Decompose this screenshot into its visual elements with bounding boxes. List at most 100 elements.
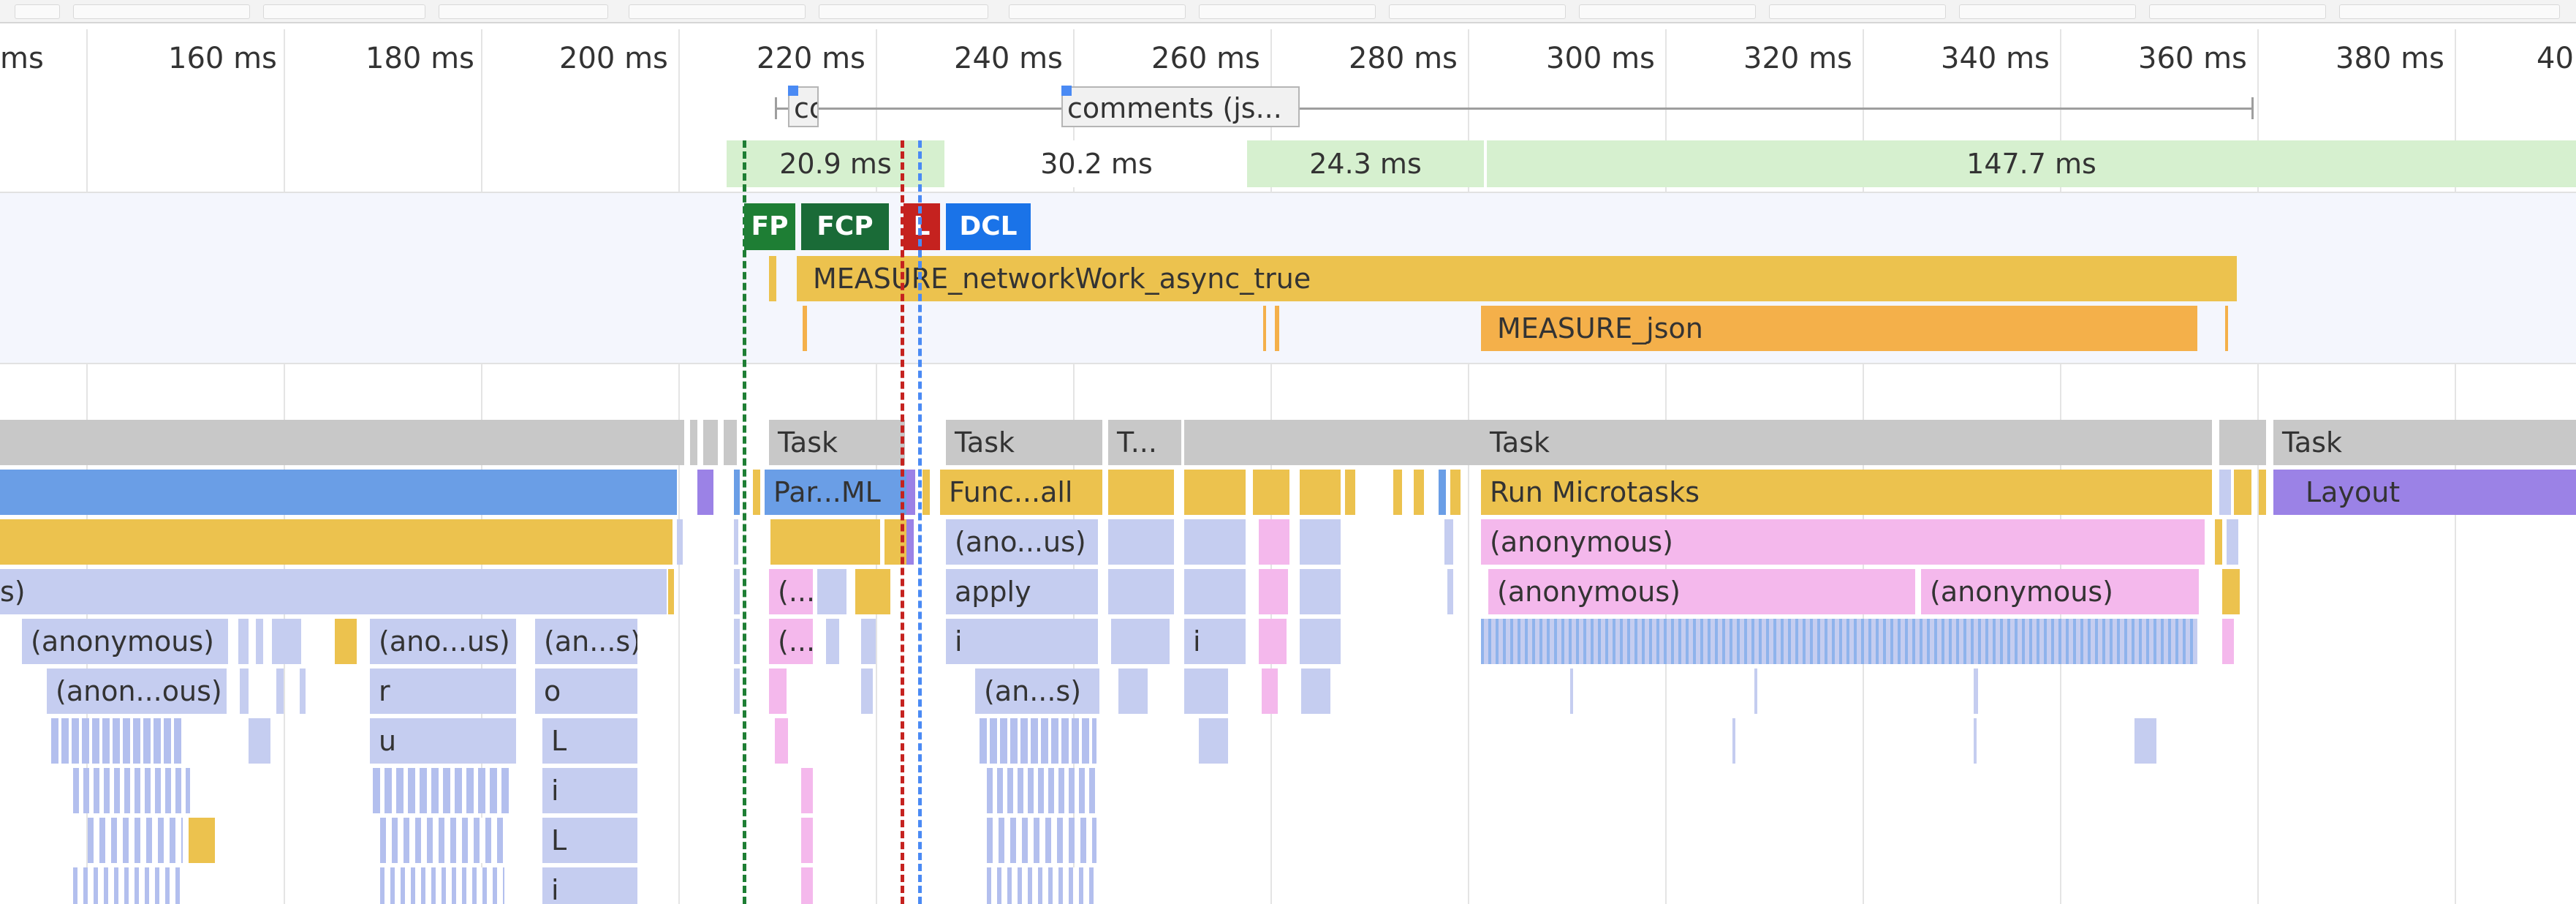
call-sliver <box>2215 519 2222 565</box>
task-block[interactable] <box>2219 420 2266 465</box>
anonymous-block[interactable]: (anonymous) <box>22 619 228 664</box>
anonymous-block[interactable]: (anon...ous) <box>47 668 227 714</box>
call-sliver <box>189 818 215 863</box>
anonymous-block[interactable]: (anonymous) <box>1488 569 1915 614</box>
anonymous-block[interactable]: (ano...us) <box>370 619 516 664</box>
call-sliver <box>1570 668 1573 714</box>
call-block[interactable]: L <box>542 718 637 764</box>
overview-thumb <box>1769 4 1946 19</box>
call-block[interactable]: i <box>542 867 637 904</box>
ruler-tick-label: 260 ms <box>1151 42 1260 75</box>
call-block[interactable]: s) <box>0 569 667 614</box>
parse-html-block[interactable]: Par...ML <box>765 470 906 515</box>
call-sliver <box>677 519 683 565</box>
call-sliver <box>769 668 787 714</box>
call-sliver <box>1118 668 1148 714</box>
call-sliver <box>1108 569 1174 614</box>
task-block[interactable]: Task <box>1481 420 2212 465</box>
call-sliver <box>256 619 263 664</box>
microtask-stack[interactable] <box>1481 619 2197 664</box>
call-sliver <box>734 569 740 614</box>
task-block[interactable] <box>1184 420 1254 465</box>
call-block[interactable]: o <box>535 668 637 714</box>
measure-sliver <box>2225 306 2228 351</box>
call-sliver <box>906 519 914 565</box>
parse-block[interactable] <box>0 470 677 515</box>
call-sliver <box>801 818 813 863</box>
event-sliver <box>1393 470 1402 515</box>
anonymous-block[interactable]: (an...s) <box>975 668 1099 714</box>
call-sliver <box>861 619 876 664</box>
anonymous-block[interactable]: (anonymous) <box>1921 569 2199 614</box>
frame-duration[interactable]: 20.9 ms <box>727 140 944 187</box>
overview-thumb <box>73 4 250 19</box>
ruler-tick-label: 380 ms <box>2336 42 2444 75</box>
fp-marker[interactable]: FP <box>744 203 795 250</box>
call-block[interactable]: (... <box>769 619 813 664</box>
call-block[interactable]: u <box>370 718 516 764</box>
load-marker[interactable]: L <box>904 203 940 250</box>
call-sliver <box>1447 569 1453 614</box>
call-sliver <box>1754 668 1757 714</box>
flame-row-tasks: Task Task T... Task Task <box>0 420 2576 467</box>
call-sliver <box>861 668 873 714</box>
call-sliver <box>734 519 738 565</box>
function-call-block[interactable]: Func...all <box>940 470 1102 515</box>
call-block[interactable]: r <box>370 668 516 714</box>
call-sliver <box>1259 519 1289 565</box>
task-block[interactable] <box>0 420 684 465</box>
call-sliver <box>855 569 890 614</box>
layout-block[interactable]: Layout <box>2273 470 2576 515</box>
call-sliver <box>1300 569 1341 614</box>
ruler-tick-label: 360 ms <box>2138 42 2247 75</box>
task-block[interactable]: Task <box>769 420 905 465</box>
call-sliver <box>2222 569 2240 614</box>
request-priority-icon <box>788 86 798 96</box>
event-sliver <box>1439 470 1446 515</box>
measure-networkwork[interactable]: MEASURE_networkWork_async_true <box>797 256 2237 301</box>
event-sliver <box>906 470 915 515</box>
frame-duration[interactable]: 24.3 ms <box>1247 140 1484 187</box>
task-block[interactable]: Task <box>946 420 1102 465</box>
call-block[interactable]: i <box>946 619 1098 664</box>
call-block[interactable]: i <box>1184 619 1246 664</box>
call-sliver <box>240 668 249 714</box>
ruler-tick-label: 240 ms <box>954 42 1063 75</box>
script-block[interactable] <box>0 519 673 565</box>
overview-strip[interactable] <box>0 0 2576 23</box>
task-block[interactable] <box>1247 420 1481 465</box>
dcl-marker[interactable]: DCL <box>946 203 1031 250</box>
call-sliver <box>373 768 512 813</box>
task-sliver <box>724 420 737 465</box>
measure-json[interactable]: MEASURE_json <box>1481 306 2197 351</box>
call-block[interactable]: L <box>542 818 637 863</box>
ruler-tick-label: 300 ms <box>1546 42 1655 75</box>
anonymous-block[interactable]: (ano...us) <box>946 519 1098 565</box>
frame-duration[interactable]: 147.7 ms <box>1487 140 2576 187</box>
call-sliver <box>1259 569 1288 614</box>
call-block[interactable]: (... <box>769 569 813 614</box>
event-sliver <box>753 470 760 515</box>
call-sliver <box>1199 718 1228 764</box>
call-sliver <box>238 619 249 664</box>
call-sliver <box>775 718 788 764</box>
request-priority-icon <box>1061 86 1072 96</box>
performance-flame-chart[interactable]: ms 160 ms 180 ms 200 ms 220 ms 240 ms 26… <box>0 0 2576 904</box>
event-sliver <box>697 470 713 515</box>
call-block[interactable]: i <box>542 768 637 813</box>
event-sliver <box>1253 470 1289 515</box>
fcp-marker[interactable]: FCP <box>801 203 889 250</box>
ruler-tick-label: ms <box>0 42 44 75</box>
apply-block[interactable]: apply <box>946 569 1098 614</box>
event-sliver <box>2259 470 2266 515</box>
measure-sliver <box>803 306 807 351</box>
task-block[interactable]: T... <box>1108 420 1181 465</box>
network-request[interactable]: comments (js... <box>1061 86 1300 127</box>
frame-duration[interactable]: 30.2 ms <box>947 140 1246 187</box>
call-sliver <box>1732 718 1735 764</box>
run-microtasks-block[interactable]: Run Microtasks <box>1481 470 2212 515</box>
anonymous-block[interactable]: (anonymous) <box>1481 519 2205 565</box>
anonymous-block[interactable]: (an...s) <box>535 619 637 664</box>
task-block[interactable]: Task <box>2273 420 2576 465</box>
call-sliver <box>1974 668 1978 714</box>
